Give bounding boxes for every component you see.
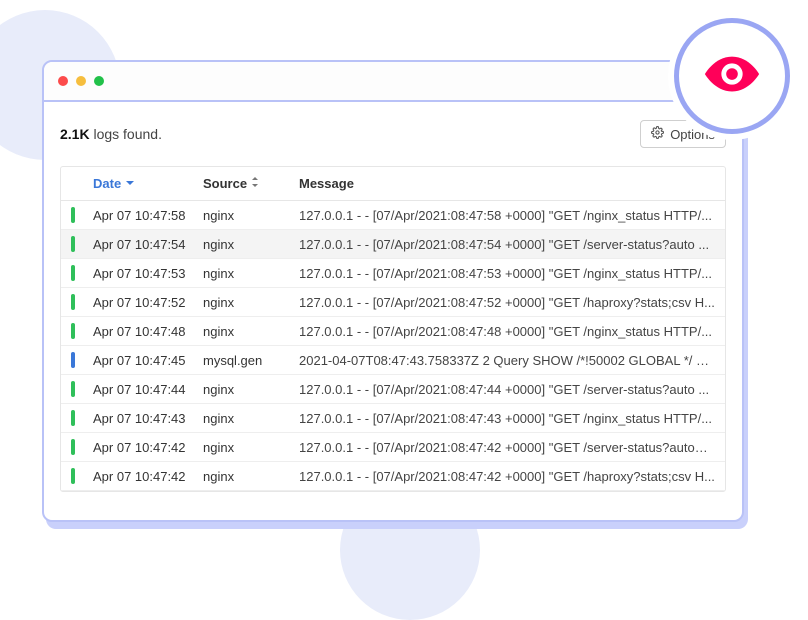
message-cell: 127.0.0.1 - - [07/Apr/2021:08:47:44 +000… (299, 382, 715, 397)
window-minimize-dot[interactable] (76, 76, 86, 86)
date-cell: Apr 07 10:47:48 (93, 324, 203, 339)
summary-row: 2.1K logs found. Options (60, 120, 726, 148)
source-cell: nginx (203, 324, 299, 339)
source-cell: nginx (203, 440, 299, 455)
date-cell: Apr 07 10:47:58 (93, 208, 203, 223)
table-row[interactable]: Apr 07 10:47:42nginx127.0.0.1 - - [07/Ap… (61, 462, 725, 491)
date-cell: Apr 07 10:47:42 (93, 440, 203, 455)
window-titlebar (44, 62, 742, 102)
source-cell: nginx (203, 237, 299, 252)
message-cell: 127.0.0.1 - - [07/Apr/2021:08:47:54 +000… (299, 237, 715, 252)
eye-icon (701, 43, 763, 110)
table-row[interactable]: Apr 07 10:47:54nginx127.0.0.1 - - [07/Ap… (61, 230, 725, 259)
source-cell: nginx (203, 295, 299, 310)
table-row[interactable]: Apr 07 10:47:42nginx127.0.0.1 - - [07/Ap… (61, 433, 725, 462)
status-indicator (71, 265, 75, 281)
logs-table: Date Source (60, 166, 726, 492)
logs-table-body: Apr 07 10:47:58nginx127.0.0.1 - - [07/Ap… (61, 201, 725, 491)
table-row[interactable]: Apr 07 10:47:48nginx127.0.0.1 - - [07/Ap… (61, 317, 725, 346)
status-indicator (71, 207, 75, 223)
date-cell: Apr 07 10:47:45 (93, 353, 203, 368)
status-indicator (71, 410, 75, 426)
message-column-header[interactable]: Message (299, 176, 715, 191)
sort-both-icon (251, 176, 259, 191)
window-close-dot[interactable] (58, 76, 68, 86)
date-cell: Apr 07 10:47:42 (93, 469, 203, 484)
date-header-label: Date (93, 176, 121, 191)
source-cell: mysql.gen (203, 353, 299, 368)
logs-table-header: Date Source (61, 167, 725, 201)
status-indicator (71, 352, 75, 368)
message-cell: 127.0.0.1 - - [07/Apr/2021:08:47:58 +000… (299, 208, 715, 223)
source-cell: nginx (203, 382, 299, 397)
date-cell: Apr 07 10:47:54 (93, 237, 203, 252)
message-cell: 127.0.0.1 - - [07/Apr/2021:08:47:42 +000… (299, 469, 715, 484)
watch-badge (674, 18, 790, 134)
window-maximize-dot[interactable] (94, 76, 104, 86)
table-row[interactable]: Apr 07 10:47:53nginx127.0.0.1 - - [07/Ap… (61, 259, 725, 288)
source-cell: nginx (203, 208, 299, 223)
date-column-header[interactable]: Date (93, 176, 203, 191)
logs-count: 2.1K (60, 126, 90, 142)
sort-desc-icon (125, 176, 135, 191)
table-row[interactable]: Apr 07 10:47:52nginx127.0.0.1 - - [07/Ap… (61, 288, 725, 317)
message-header-label: Message (299, 176, 354, 191)
date-cell: Apr 07 10:47:43 (93, 411, 203, 426)
source-cell: nginx (203, 469, 299, 484)
gear-icon (651, 126, 664, 142)
table-row[interactable]: Apr 07 10:47:45mysql.gen2021-04-07T08:47… (61, 346, 725, 375)
table-row[interactable]: Apr 07 10:47:58nginx127.0.0.1 - - [07/Ap… (61, 201, 725, 230)
status-indicator (71, 381, 75, 397)
logs-summary: 2.1K logs found. (60, 126, 162, 142)
status-indicator (71, 236, 75, 252)
message-cell: 127.0.0.1 - - [07/Apr/2021:08:47:43 +000… (299, 411, 715, 426)
status-indicator (71, 439, 75, 455)
message-cell: 127.0.0.1 - - [07/Apr/2021:08:47:52 +000… (299, 295, 715, 310)
app-window: 2.1K logs found. Options Da (42, 60, 744, 522)
date-cell: Apr 07 10:47:53 (93, 266, 203, 281)
date-cell: Apr 07 10:47:44 (93, 382, 203, 397)
message-cell: 127.0.0.1 - - [07/Apr/2021:08:47:48 +000… (299, 324, 715, 339)
source-cell: nginx (203, 411, 299, 426)
source-header-label: Source (203, 176, 247, 191)
status-indicator (71, 323, 75, 339)
logs-found-label: logs found. (90, 126, 162, 142)
status-indicator (71, 468, 75, 484)
table-row[interactable]: Apr 07 10:47:43nginx127.0.0.1 - - [07/Ap… (61, 404, 725, 433)
message-cell: 127.0.0.1 - - [07/Apr/2021:08:47:53 +000… (299, 266, 715, 281)
status-indicator (71, 294, 75, 310)
message-cell: 127.0.0.1 - - [07/Apr/2021:08:47:42 +000… (299, 440, 715, 455)
source-column-header[interactable]: Source (203, 176, 299, 191)
source-cell: nginx (203, 266, 299, 281)
date-cell: Apr 07 10:47:52 (93, 295, 203, 310)
app-content: 2.1K logs found. Options Da (44, 102, 742, 492)
message-cell: 2021-04-07T08:47:43.758337Z 2 Query SHOW… (299, 353, 715, 368)
table-row[interactable]: Apr 07 10:47:44nginx127.0.0.1 - - [07/Ap… (61, 375, 725, 404)
